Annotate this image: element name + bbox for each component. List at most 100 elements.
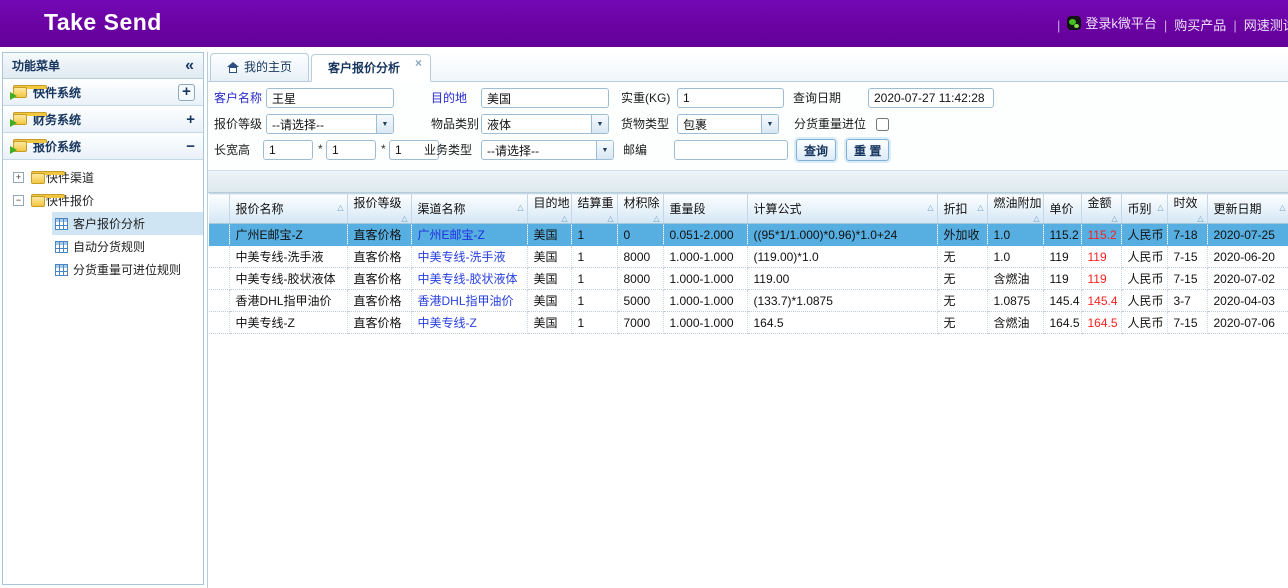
channel-link[interactable]: 广州E邮宝-Z: [418, 228, 485, 242]
expand-plus-icon[interactable]: +: [178, 84, 195, 101]
column-header-8[interactable]: 计算公式△: [747, 194, 937, 224]
query-date-input[interactable]: [868, 88, 994, 108]
query-form: 客户名称 目的地 实重(KG) 查询日期 报价等级 --请选择-- ▼ 物品类别…: [208, 82, 1288, 170]
table-cell: 人民币: [1121, 290, 1167, 312]
channel-link[interactable]: 中美专线-Z: [418, 316, 477, 330]
table-cell: 直客价格: [347, 290, 411, 312]
table-cell: 119: [1081, 246, 1121, 268]
customer-name-label: 客户名称: [214, 88, 262, 108]
tree-item-weight-carry-rules[interactable]: 分货重量可进位规则: [3, 258, 203, 281]
buy-product-link[interactable]: 购买产品: [1174, 15, 1226, 34]
sort-asc-icon: △: [1157, 203, 1163, 212]
column-header-11: 单价: [1043, 194, 1081, 224]
sidebar-section-express[interactable]: 快件系统 +: [3, 79, 203, 106]
table-cell: 无: [937, 268, 987, 290]
expander-minus-icon[interactable]: −: [13, 195, 24, 206]
tree-node-express-quote[interactable]: − 快件报价: [3, 189, 203, 212]
channel-link[interactable]: 香港DHL指甲油价: [418, 294, 514, 308]
quote-level-select[interactable]: --请选择-- ▼: [266, 114, 394, 134]
cargo-type-select[interactable]: 包裹 ▼: [677, 114, 779, 134]
table-cell: 1.000-1.000: [663, 268, 747, 290]
zip-code-input[interactable]: [674, 140, 788, 160]
column-header-empty: [209, 194, 229, 224]
reset-button[interactable]: 重 置: [846, 139, 889, 161]
column-header-14[interactable]: 时效△: [1167, 194, 1207, 224]
cargo-type-label: 货物类型: [621, 114, 669, 134]
tree-node-express-channel[interactable]: + 快件渠道: [3, 166, 203, 189]
table-cell: 119: [1081, 268, 1121, 290]
speed-test-link[interactable]: 网速测试: [1244, 15, 1288, 34]
tree-item-auto-allocation-rules[interactable]: 自动分货规则: [3, 235, 203, 258]
table-row[interactable]: 广州E邮宝-Z直客价格广州E邮宝-Z美国100.051-2.000((95*1/…: [209, 224, 1288, 246]
tree-item-customer-quote-analysis[interactable]: 客户报价分析: [3, 212, 203, 235]
column-header-15[interactable]: 更新日期△: [1207, 194, 1288, 224]
split-weight-carry-checkbox[interactable]: [876, 118, 889, 131]
folder-arrow-icon: [11, 85, 28, 99]
column-header-5[interactable]: 结算重△: [571, 194, 617, 224]
link-separator: |: [1164, 18, 1167, 33]
column-header-12[interactable]: 金额△: [1081, 194, 1121, 224]
table-row[interactable]: 中美专线-Z直客价格中美专线-Z美国170001.000-1.000164.5无…: [209, 312, 1288, 334]
width-input[interactable]: [326, 140, 376, 160]
customer-name-input[interactable]: [266, 88, 394, 108]
sort-asc-icon: △: [401, 214, 407, 223]
quote-level-label: 报价等级: [214, 114, 262, 134]
tab-my-homepage[interactable]: 我的主页: [210, 53, 309, 81]
table-cell: 115.2: [1043, 224, 1081, 246]
table-cell: 1: [571, 246, 617, 268]
link-separator: |: [1057, 18, 1060, 33]
item-category-select[interactable]: 液体 ▼: [481, 114, 609, 134]
login-wechat-link[interactable]: 登录k微平台: [1067, 13, 1157, 32]
expand-plus-icon[interactable]: +: [186, 113, 195, 126]
column-header-6[interactable]: 材积除△: [617, 194, 663, 224]
column-header-1[interactable]: 报价名称△: [229, 194, 347, 224]
collapse-minus-icon[interactable]: −: [186, 140, 195, 153]
sidebar-section-finance[interactable]: 财务系统 +: [3, 106, 203, 133]
column-header-4[interactable]: 目的地△: [527, 194, 571, 224]
table-cell: 7-15: [1167, 312, 1207, 334]
app-header: Take Send |登录k微平台|购买产品|网速测试: [0, 0, 1288, 47]
expander-plus-icon[interactable]: +: [13, 172, 24, 183]
tab-customer-quote-analysis[interactable]: 客户报价分析 ×: [311, 54, 431, 82]
channel-link[interactable]: 中美专线-胶状液体: [418, 272, 518, 286]
table-cell: 含燃油: [987, 312, 1043, 334]
table-cell: 中美专线-胶状液体: [229, 268, 347, 290]
table-cell: 119: [1043, 246, 1081, 268]
collapse-sidebar-icon[interactable]: «: [185, 58, 194, 74]
table-cell: 1: [571, 312, 617, 334]
folder-open-icon: [29, 194, 46, 208]
table-row[interactable]: 中美专线-胶状液体直客价格中美专线-胶状液体美国180001.000-1.000…: [209, 268, 1288, 290]
table-cell: ((95*1/1.000)*0.96)*1.0+24: [747, 224, 937, 246]
home-icon: [227, 62, 239, 73]
channel-link[interactable]: 中美专线-洗手液: [418, 250, 506, 264]
table-cell: 直客价格: [347, 246, 411, 268]
grid-icon: [55, 241, 68, 253]
table-cell: 中美专线-Z: [229, 312, 347, 334]
close-icon[interactable]: ×: [415, 58, 422, 68]
table-row[interactable]: 中美专线-洗手液直客价格中美专线-洗手液美国180001.000-1.000(1…: [209, 246, 1288, 268]
length-input[interactable]: [263, 140, 313, 160]
sidebar-section-quote[interactable]: 报价系统 −: [3, 133, 203, 160]
table-row[interactable]: 香港DHL指甲油价直客价格香港DHL指甲油价美国150001.000-1.000…: [209, 290, 1288, 312]
column-header-10[interactable]: 燃油附加△: [987, 194, 1043, 224]
destination-input[interactable]: [481, 88, 609, 108]
table-cell: 广州E邮宝-Z: [411, 224, 527, 246]
actual-weight-input[interactable]: [677, 88, 784, 108]
sort-asc-icon: △: [977, 203, 983, 212]
table-cell: 8000: [617, 246, 663, 268]
column-header-3[interactable]: 渠道名称△: [411, 194, 527, 224]
sort-asc-icon: △: [1279, 203, 1285, 212]
search-button[interactable]: 查询: [796, 139, 836, 161]
table-cell: 5000: [617, 290, 663, 312]
table-cell: 1: [571, 290, 617, 312]
table-cell: 含燃油: [987, 268, 1043, 290]
table-cell: 人民币: [1121, 312, 1167, 334]
column-header-13[interactable]: 币别△: [1121, 194, 1167, 224]
table-cell: 美国: [527, 312, 571, 334]
grid-toolbar-strip: [208, 170, 1288, 193]
table-cell: 1: [571, 268, 617, 290]
table-cell: 中美专线-Z: [411, 312, 527, 334]
column-header-9[interactable]: 折扣△: [937, 194, 987, 224]
business-type-select[interactable]: --请选择-- ▼: [481, 140, 614, 160]
column-header-2[interactable]: 报价等级△: [347, 194, 411, 224]
